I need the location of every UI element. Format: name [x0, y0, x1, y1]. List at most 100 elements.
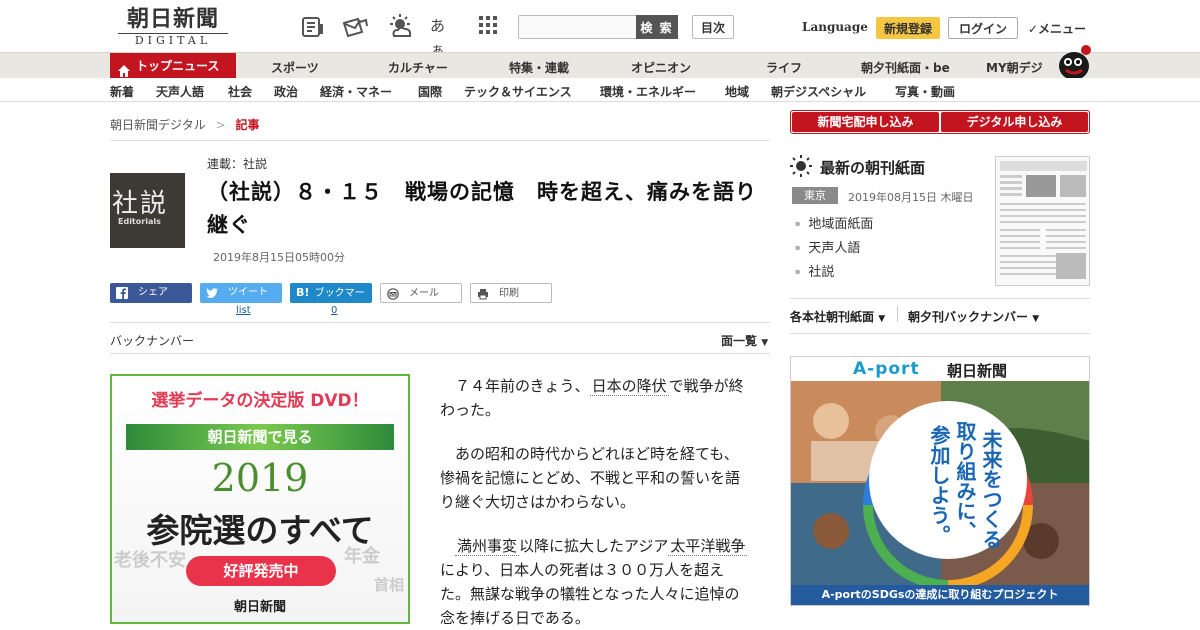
keyword-link[interactable]: 太平洋戦争: [668, 537, 748, 556]
backnumber-label: バックナンバー: [110, 334, 195, 348]
facebook-share-button[interactable]: シェア: [110, 283, 192, 303]
text-run: により、日本人の死者は３００万人を超えた。無謀な戦争の犠牲となった人々に追悼の念…: [440, 561, 740, 627]
facebook-icon: [116, 287, 128, 299]
nav-item-opinion[interactable]: オピニオン: [631, 59, 691, 76]
archive-backnumber-dropdown[interactable]: 朝夕刊バックナンバー ▼: [908, 308, 1039, 325]
thumbnail-kanji: 社説: [112, 189, 169, 219]
mascot-icon[interactable]: [1054, 42, 1094, 80]
font-size-icon[interactable]: あぁ: [430, 14, 456, 59]
print-label: 印刷: [499, 288, 519, 299]
subnav-item-society[interactable]: 社会: [228, 83, 252, 100]
subnav-item-region[interactable]: 地域: [725, 83, 749, 100]
news-icon[interactable]: [300, 14, 326, 40]
editorial-thumbnail[interactable]: 社説 Editorials: [110, 173, 185, 248]
paper-link[interactable]: 天声人語: [795, 237, 873, 256]
thumbnail-english: Editorials: [118, 217, 161, 226]
twitter-share-label: ツイート: [228, 287, 268, 298]
latest-paper-heading: 最新の朝刊紙面: [790, 155, 925, 178]
subnav-item-photo[interactable]: 写真・動画: [895, 83, 955, 100]
ad-headline: 選挙データの決定版 DVD！: [151, 391, 369, 411]
search-input[interactable]: [518, 15, 638, 39]
caret-down-icon: ▼: [878, 314, 886, 324]
article-paragraph: あの昭和の時代からどれほど時を経ても、惨禍を記憶にとどめ、不戦と平和の誓いを語り…: [440, 445, 741, 511]
subnav-item-tech[interactable]: テック＆サイエンス: [464, 83, 572, 100]
subnav-item-politics[interactable]: 政治: [274, 83, 298, 100]
ad-year: 2019: [211, 456, 309, 500]
nav-item-sports[interactable]: スポーツ: [271, 59, 319, 76]
breadcrumb-separator: >: [215, 118, 226, 132]
login-button[interactable]: ログイン: [948, 17, 1018, 39]
subnav-item-special[interactable]: 朝デジスペシャル: [771, 83, 866, 100]
subscribe-buttons: 新聞宅配申し込み デジタル申し込み: [790, 110, 1090, 134]
archive-regional-dropdown[interactable]: 各本社朝刊紙面 ▼: [790, 308, 885, 325]
text-run: 以降に拡大したアジア: [519, 537, 669, 555]
keyword-link[interactable]: 満州事変: [455, 537, 520, 556]
twitter-share-button[interactable]: ツイート: [200, 283, 282, 303]
aport-paper-logo: 朝日新聞: [947, 362, 1008, 380]
grid-icon[interactable]: [478, 14, 504, 40]
aport-advertisement[interactable]: A-port 朝日新聞 未来をつくる 取り組みに、 参加しよう。 A-portの…: [790, 356, 1090, 606]
subnav-item-economy[interactable]: 経済・マネー: [320, 83, 392, 100]
latest-paper-title[interactable]: 最新の朝刊紙面: [820, 159, 925, 177]
nav-item-culture[interactable]: カルチャー: [388, 59, 448, 76]
hatena-bookmark-button[interactable]: B! ブックマーク: [290, 283, 372, 319]
twitter-list-link[interactable]: list: [236, 305, 251, 316]
keyword-link[interactable]: 日本の降伏: [589, 377, 669, 396]
paper-link[interactable]: 社説: [795, 261, 873, 280]
printer-icon: [477, 288, 489, 300]
series-label[interactable]: 連載：社説: [207, 155, 267, 172]
ad-bg-word: 老後不安: [114, 550, 186, 571]
subnav-item-new[interactable]: 新着: [110, 83, 134, 100]
subnav-item-tensei[interactable]: 天声人語: [156, 83, 204, 100]
register-button[interactable]: 新規登録: [876, 17, 940, 39]
caret-down-icon: ▼: [761, 338, 769, 348]
site-logo[interactable]: 朝日新聞 DIGITAL: [118, 6, 228, 48]
home-icon: [118, 60, 130, 77]
nav-item-features[interactable]: 特集・連載: [509, 59, 569, 76]
paper-links: 地域面紙面 天声人語 社説: [795, 213, 873, 285]
paper-date: 2019年08月15日 木曜日: [848, 191, 974, 204]
ad-bg-word: 首相: [374, 576, 405, 594]
newspaper-thumbnail[interactable]: [995, 156, 1090, 286]
mail-icon[interactable]: [342, 14, 368, 40]
print-button[interactable]: 印刷: [470, 283, 552, 303]
subscribe-digital-button[interactable]: デジタル申し込み: [941, 112, 1088, 132]
subscribe-paper-button[interactable]: 新聞宅配申し込み: [792, 112, 939, 132]
divider: [110, 140, 770, 141]
aport-caption: A-portのSDGsの達成に取り組むプロジェクト: [791, 585, 1089, 605]
header-icons: あぁ: [300, 14, 500, 59]
aport-line: 取り組みに、: [953, 421, 977, 541]
page-list-dropdown[interactable]: 面一覧 ▼: [721, 332, 768, 349]
mail-share-label: メール: [409, 288, 439, 299]
ad-bg-word: 年金: [344, 546, 380, 567]
bookmark-count[interactable]: 0: [331, 305, 337, 316]
logo-sub-text: DIGITAL: [118, 33, 228, 48]
aport-header: A-port 朝日新聞: [791, 357, 1089, 381]
subnav-item-env[interactable]: 環境・エネルギー: [600, 83, 696, 100]
dvd-advertisement[interactable]: 選挙データの決定版 DVD！ 朝日新聞で見る 2019 参院選のすべて 老後不安…: [110, 374, 410, 624]
caret-down-icon: ▼: [1032, 314, 1040, 324]
paper-link[interactable]: 地域面紙面: [795, 213, 873, 232]
ad-on-sale-badge: 好評発売中: [186, 556, 336, 586]
menu-button[interactable]: ✓メニュー: [1028, 20, 1086, 37]
twitter-icon: [206, 287, 218, 299]
language-link[interactable]: Language: [802, 20, 868, 34]
search-button[interactable]: 検 索: [636, 15, 678, 39]
nav-item-life[interactable]: ライフ: [766, 59, 802, 76]
subnav-item-intl[interactable]: 国際: [418, 83, 442, 100]
breadcrumb-current: 記事: [235, 118, 260, 132]
breadcrumb-home[interactable]: 朝日新聞デジタル: [110, 118, 206, 132]
index-button[interactable]: 目次: [692, 15, 734, 39]
weather-icon[interactable]: [386, 14, 412, 40]
nav-top-news[interactable]: トップニュース: [110, 53, 236, 79]
aport-brand: A-port: [853, 359, 920, 379]
breadcrumb: 朝日新聞デジタル > 記事: [110, 116, 260, 133]
facebook-share-label: シェア: [138, 287, 168, 298]
nav-item-my[interactable]: MY朝デジ: [986, 59, 1043, 76]
text-run: ７４年前のきょう、: [455, 377, 590, 395]
hatena-icon: B!: [296, 286, 310, 299]
site-header: 朝日新聞 DIGITAL あぁ 検 索 目次 Language 新規登録 ログイ…: [0, 0, 1200, 59]
ad-band: 朝日新聞で見る: [126, 424, 394, 450]
nav-item-paper[interactable]: 朝夕刊紙面・be: [861, 59, 950, 76]
mail-share-button[interactable]: メール: [380, 283, 462, 303]
